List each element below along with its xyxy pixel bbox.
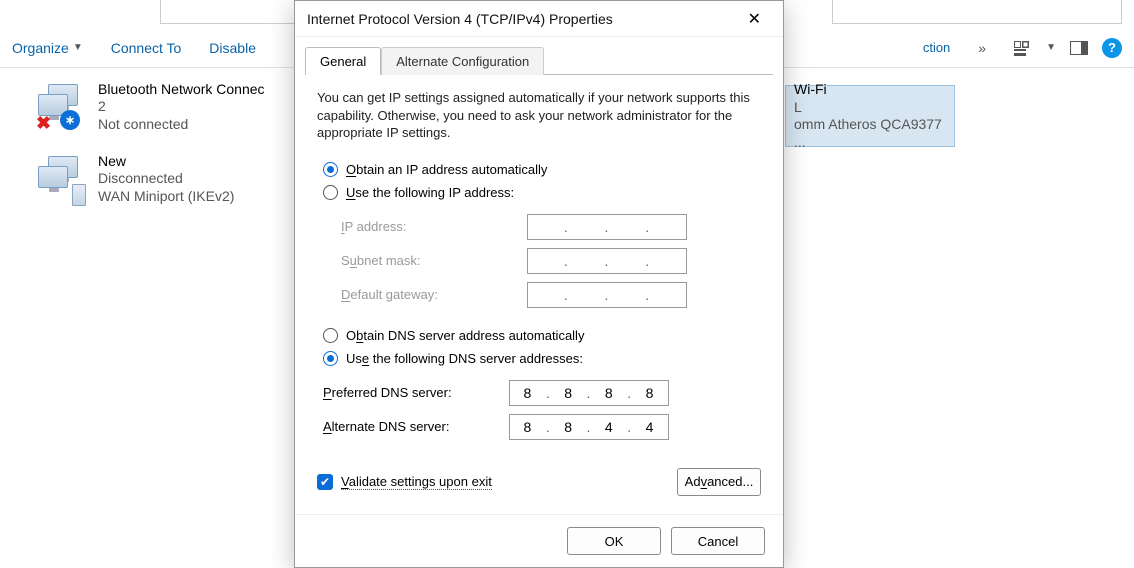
network-icon: ∗ ✖ <box>36 80 90 132</box>
connection-item-wifi[interactable]: Wi-Fi L omm Atheros QCA9377 ... <box>785 85 955 147</box>
server-icon <box>72 184 86 206</box>
connection-driver: omm Atheros QCA9377 ... <box>794 116 950 151</box>
subnet-mask-label: Subnet mask: <box>341 253 527 268</box>
alternate-dns-input[interactable]: 8. 8. 4. 4 <box>509 414 669 440</box>
connection-item-new[interactable]: New Disconnected WAN Miniport (IKEv2) <box>32 148 292 210</box>
radio-use-following-ip[interactable]: Use the following IP address: <box>317 185 761 200</box>
radio-icon <box>323 351 338 366</box>
view-options-icon[interactable] <box>1014 41 1032 55</box>
connection-line2: L <box>794 99 950 117</box>
connection-name: Bluetooth Network Connec <box>98 81 265 99</box>
tab-strip: General Alternate Configuration <box>295 37 783 75</box>
cancel-button[interactable]: Cancel <box>671 527 765 555</box>
chevron-down-icon: ▼ <box>73 42 83 53</box>
connection-line2: 2 <box>98 98 265 116</box>
advanced-button[interactable]: Advanced... <box>677 468 761 496</box>
close-icon[interactable]: ✕ <box>738 5 771 33</box>
radio-obtain-dns-auto[interactable]: Obtain DNS server address automatically <box>317 328 761 343</box>
connection-name: New <box>98 153 234 171</box>
ipv4-properties-dialog: Internet Protocol Version 4 (TCP/IPv4) P… <box>294 0 784 568</box>
error-x-icon: ✖ <box>36 116 52 132</box>
intro-text: You can get IP settings assigned automat… <box>317 89 761 142</box>
connection-status: Disconnected <box>98 170 234 188</box>
connection-item-bluetooth[interactable]: ∗ ✖ Bluetooth Network Connec 2 Not conne… <box>32 76 292 138</box>
dialog-title: Internet Protocol Version 4 (TCP/IPv4) P… <box>307 11 738 27</box>
radio-obtain-ip-auto[interactable]: Obtain an IP address automatically <box>317 162 761 177</box>
connection-driver: WAN Miniport (IKEv2) <box>98 188 234 206</box>
cutoff-label: ction <box>923 40 950 55</box>
default-gateway-input: ... <box>527 282 687 308</box>
bluetooth-icon: ∗ <box>60 110 80 130</box>
radio-icon <box>323 185 338 200</box>
subnet-mask-input: ... <box>527 248 687 274</box>
default-gateway-label: Default gateway: <box>341 287 527 302</box>
connect-to-button[interactable]: Connect To <box>111 40 182 56</box>
chevron-down-icon[interactable]: ▼ <box>1046 42 1056 53</box>
preferred-dns-label: Preferred DNS server: <box>323 385 509 400</box>
connection-name: Wi-Fi <box>794 81 950 99</box>
disable-button[interactable]: Disable <box>209 40 256 56</box>
organize-label: Organize <box>12 40 69 56</box>
overflow-chevron-icon[interactable]: » <box>978 40 986 56</box>
ip-address-label: IP address: <box>341 219 527 234</box>
tab-general[interactable]: General <box>305 47 381 75</box>
radio-use-following-dns[interactable]: Use the following DNS server addresses: <box>317 351 761 366</box>
radio-icon <box>323 162 338 177</box>
dialog-buttons: OK Cancel <box>295 514 783 567</box>
tab-alternate-configuration[interactable]: Alternate Configuration <box>381 47 544 75</box>
connection-status: Not connected <box>98 116 265 134</box>
network-icon <box>36 152 90 204</box>
ok-button[interactable]: OK <box>567 527 661 555</box>
ip-address-input: ... <box>527 214 687 240</box>
details-pane-icon[interactable] <box>1070 41 1088 55</box>
dialog-titlebar: Internet Protocol Version 4 (TCP/IPv4) P… <box>295 1 783 37</box>
search-box[interactable] <box>832 0 1122 24</box>
help-icon[interactable]: ? <box>1102 38 1122 58</box>
organize-menu[interactable]: Organize ▼ <box>12 40 83 56</box>
radio-icon <box>323 328 338 343</box>
alternate-dns-label: Alternate DNS server: <box>323 419 509 434</box>
preferred-dns-input[interactable]: 8. 8. 8. 8 <box>509 380 669 406</box>
